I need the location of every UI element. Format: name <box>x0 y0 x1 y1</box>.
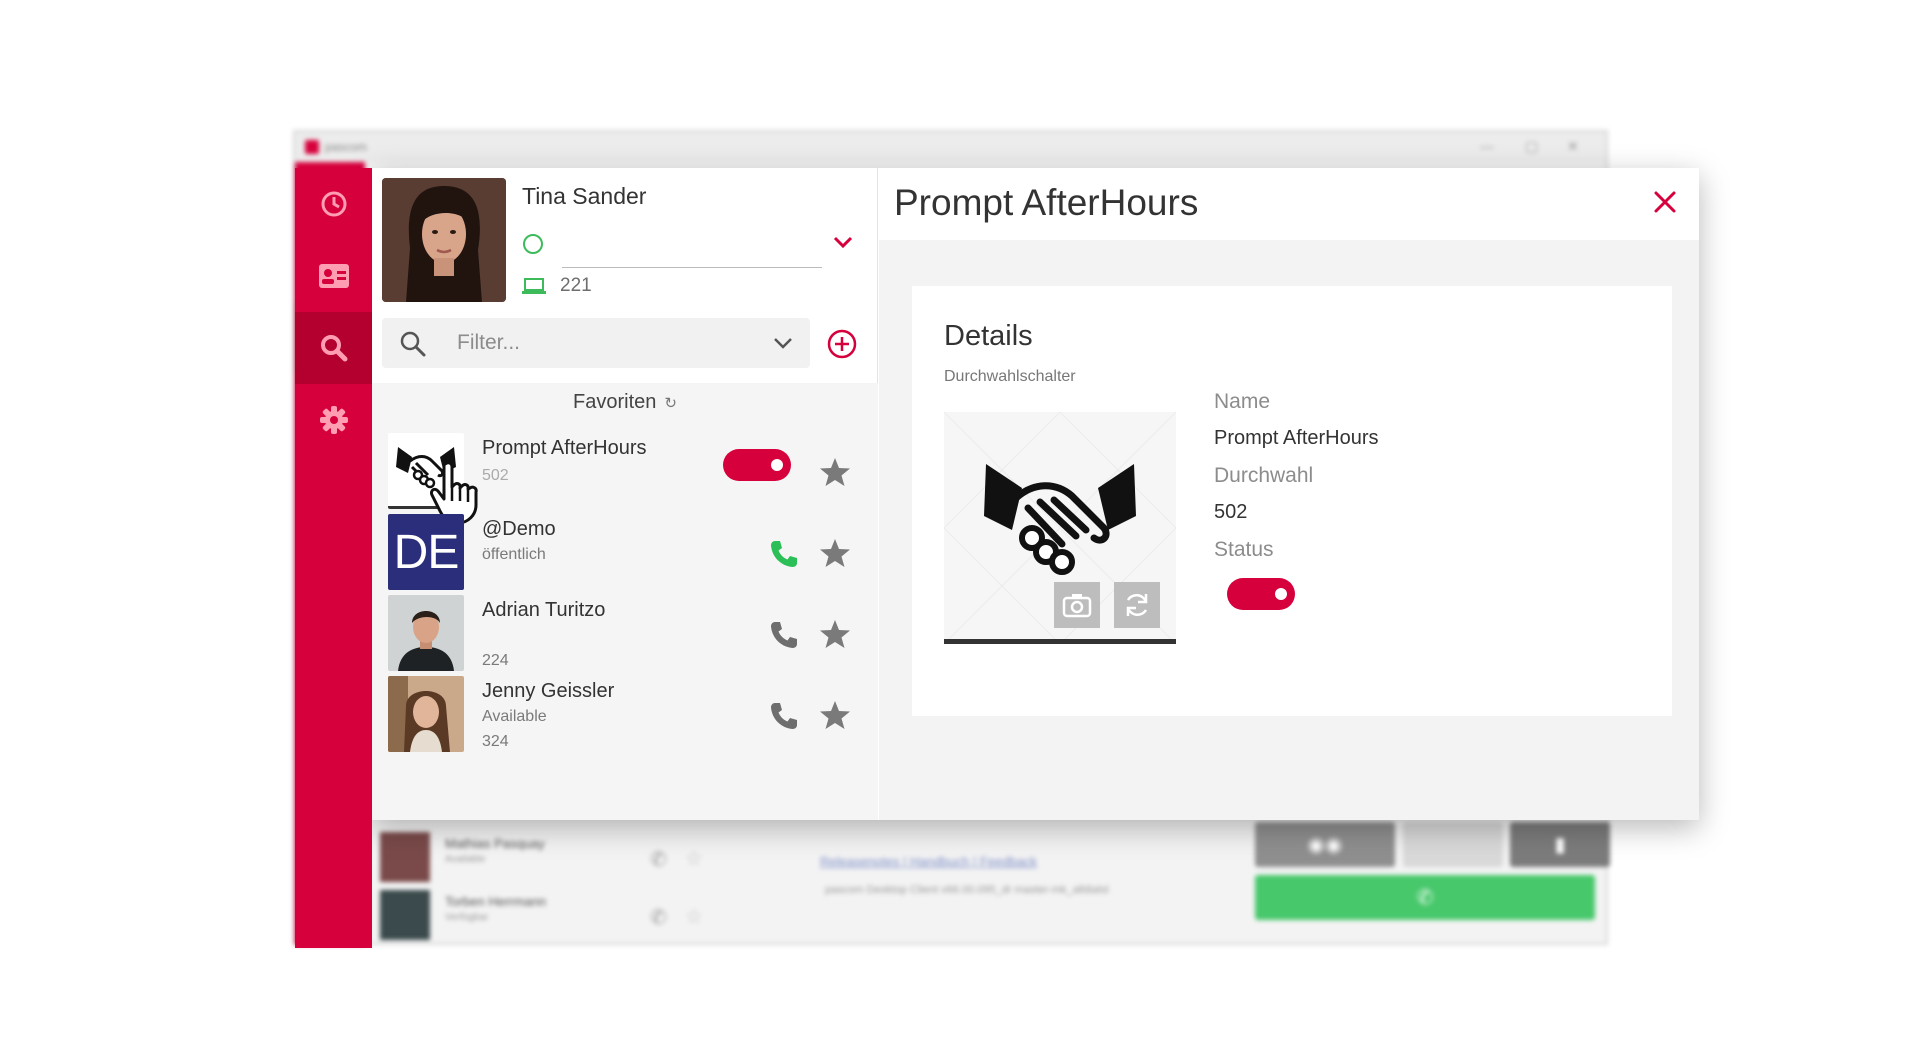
star-icon[interactable] <box>818 536 852 570</box>
history-icon <box>321 191 346 217</box>
group-avatar: DE <box>388 514 464 590</box>
camera-icon <box>1062 594 1092 618</box>
star-icon[interactable] <box>818 698 852 732</box>
favorite-extension: 224 <box>482 652 509 669</box>
toggle-knob <box>771 459 783 471</box>
app-title: pascom <box>325 140 368 154</box>
contact-detail-window: Tina Sander 221 Favori <box>295 168 1699 948</box>
history-nav[interactable] <box>295 168 372 240</box>
footer-links: Releasenotes | Handbuch | Feedback <box>820 854 1038 869</box>
favorite-name: Adrian Turitzo <box>482 599 606 621</box>
contacts-icon <box>318 264 349 288</box>
contact-status: Verfügbar <box>445 912 489 923</box>
contact-name: Torben Herrmann <box>445 894 547 909</box>
name-value: Prompt AfterHours <box>1214 427 1379 449</box>
details-title: Details <box>944 320 1033 352</box>
favorites-header: Favoriten ↻ <box>372 391 878 414</box>
window-close-icon[interactable]: ✕ <box>1567 138 1579 155</box>
contacts-nav[interactable] <box>295 240 372 312</box>
extension-label: Durchwahl <box>1214 464 1314 487</box>
refresh-icon[interactable]: ↻ <box>664 394 677 412</box>
favorite-extension: 324 <box>482 733 509 750</box>
detail-header: Prompt AfterHours <box>879 168 1699 240</box>
avatar <box>388 595 464 671</box>
phone-icon: ✆ <box>650 907 667 929</box>
camera-button[interactable] <box>1054 582 1100 628</box>
phone-icon: ✆ <box>650 849 667 871</box>
chevron-down-icon[interactable] <box>772 335 794 351</box>
filter-input[interactable] <box>457 328 757 358</box>
version-text: pascom Desktop Client v66.00.095_dr mast… <box>825 884 1109 896</box>
search-icon <box>320 335 347 362</box>
favorites-section: Favoriten ↻ Prompt AfterHours 502 DE @De… <box>372 383 878 820</box>
switch-toggle[interactable] <box>723 449 791 481</box>
star-icon[interactable] <box>818 617 852 651</box>
switch-picture[interactable] <box>944 412 1176 644</box>
detail-title: Prompt AfterHours <box>894 182 1199 223</box>
maximize-icon[interactable]: ▢ <box>1525 138 1538 155</box>
settings-nav[interactable] <box>295 384 372 456</box>
favorite-row[interactable]: Prompt AfterHours 502 <box>372 433 878 525</box>
contact-name: Mathias Pasquay <box>445 836 545 851</box>
filter-bar <box>382 318 810 368</box>
call-button: ✆ <box>1255 875 1595 920</box>
favorite-name: Prompt AfterHours <box>482 437 647 459</box>
favorite-row[interactable]: Adrian Turitzo 224 <box>372 595 878 675</box>
keypad-button <box>1403 822 1503 867</box>
avatar <box>388 676 464 752</box>
favorite-name: Jenny Geissler <box>482 680 615 702</box>
phone-icon[interactable] <box>768 700 800 732</box>
favorite-subtitle: öffentlich <box>482 546 546 563</box>
favorite-row[interactable]: Jenny Geissler Available 324 <box>372 676 878 756</box>
background-titlebar: pascom — ▢ ✕ <box>295 132 1606 162</box>
add-icon[interactable] <box>826 328 858 360</box>
star-icon: ☆ <box>685 906 703 928</box>
search-nav[interactable] <box>295 312 372 384</box>
name-label: Name <box>1214 390 1271 413</box>
user-extension: 221 <box>560 275 592 296</box>
presence-icon <box>523 234 543 254</box>
avatar <box>380 832 430 882</box>
settings-icon <box>319 406 348 434</box>
contact-status: Available <box>445 854 486 865</box>
detail-pane: Prompt AfterHours Details Durchwahlschal… <box>879 168 1699 820</box>
favorite-status: Available <box>482 708 547 725</box>
phone-icon[interactable] <box>768 619 800 651</box>
toggle-knob <box>1275 588 1287 600</box>
chevron-down-icon[interactable] <box>832 234 854 250</box>
extension-value: 502 <box>1214 501 1248 523</box>
device-icon <box>522 278 546 294</box>
favorite-name: @Demo <box>482 518 556 540</box>
background-contact-row: Mathias Pasquay Available ✆ ☆ <box>380 832 703 887</box>
status-input-line <box>562 267 822 268</box>
background-contact-row: Torben Herrmann Verfügbar ✆ ☆ <box>380 890 703 945</box>
status-message[interactable] <box>562 236 822 264</box>
reload-icon <box>1126 593 1148 617</box>
navigation-rail <box>295 168 372 948</box>
phone-icon[interactable] <box>768 538 800 570</box>
voicemail-button: ◉◉ <box>1255 822 1395 867</box>
details-subtitle: Durchwahlschalter <box>944 368 1076 385</box>
toggle-button: ▮ <box>1510 822 1610 867</box>
status-label: Status <box>1214 538 1274 561</box>
close-icon[interactable] <box>1651 188 1679 216</box>
left-panel: Tina Sander 221 Favori <box>372 168 878 820</box>
details-card: Details Durchwahlschalter Name Prompt Af… <box>912 286 1672 716</box>
app-logo <box>305 140 319 154</box>
user-avatar[interactable] <box>382 178 506 302</box>
favorite-row[interactable]: DE @Demo öffentlich <box>372 514 878 594</box>
status-toggle[interactable] <box>1227 578 1295 610</box>
star-icon[interactable] <box>818 455 852 489</box>
search-icon <box>400 331 426 357</box>
star-icon: ☆ <box>685 848 703 870</box>
favorites-title: Favoriten <box>573 391 657 413</box>
avatar <box>380 890 430 940</box>
user-name: Tina Sander <box>522 183 647 209</box>
minimize-icon[interactable]: — <box>1480 138 1494 154</box>
reload-picture-button[interactable] <box>1114 582 1160 628</box>
